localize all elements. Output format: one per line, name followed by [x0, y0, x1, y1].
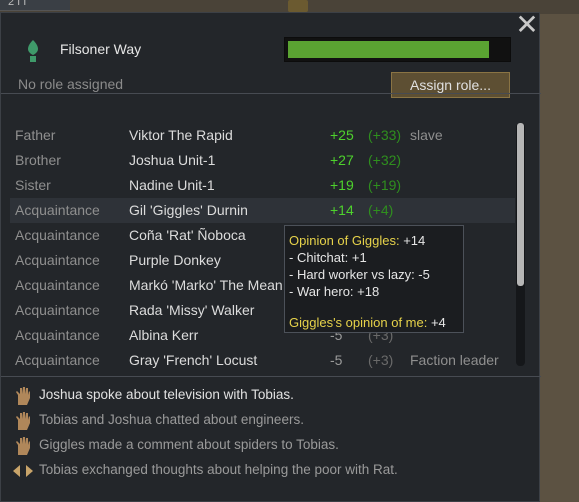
relation-note: Faction leader — [410, 352, 499, 368]
relation-type: Acquaintance — [15, 302, 100, 318]
header-divider — [1, 93, 541, 94]
tooltip-their-label: Giggles's opinion of me: — [289, 315, 428, 330]
hand-icon — [16, 437, 30, 455]
their-opinion: (+4) — [368, 202, 394, 218]
relation-row[interactable]: Acquaintance Gray 'French' Locust -5 (+3) Fa… — [10, 348, 515, 373]
their-opinion: (+33) — [368, 127, 402, 143]
my-opinion: +14 — [330, 202, 354, 218]
exchange-icon — [13, 465, 33, 477]
close-icon[interactable]: ✕ — [512, 10, 542, 40]
relation-type: Acquaintance — [15, 202, 100, 218]
pawn-name: Albina Kerr — [129, 327, 199, 343]
log-entry: Joshua spoke about television with Tobia… — [12, 384, 532, 409]
relation-type: Acquaintance — [15, 327, 100, 343]
tooltip-opinion-value: +14 — [403, 233, 426, 248]
tooltip-line: - Chitchat: +1 — [289, 250, 367, 265]
their-opinion: (+19) — [368, 177, 402, 193]
tooltip-line: - War hero: +18 — [289, 284, 380, 299]
log-entry: Giggles made a comment about spiders to … — [12, 434, 532, 459]
their-opinion: (+32) — [368, 152, 402, 168]
ideology-name: Filsoner Way — [60, 41, 142, 57]
pawn-name: Rada 'Missy' Walker — [129, 302, 255, 318]
relation-type: Acquaintance — [15, 352, 100, 368]
relation-type: Father — [15, 127, 56, 143]
my-opinion: +27 — [330, 152, 354, 168]
hand-icon — [16, 387, 30, 405]
top-tab-strip: 2 I I — [0, 0, 70, 11]
log-entry: Tobias exchanged thoughts about helping … — [12, 459, 532, 484]
tooltip-opinion-label: Opinion of Giggles: — [289, 233, 400, 248]
top-tab-label: 2 I I — [8, 0, 27, 8]
my-opinion: +19 — [330, 177, 354, 193]
my-opinion: +25 — [330, 127, 354, 143]
certainty-bar-fill — [288, 41, 489, 58]
relation-row[interactable]: Brother Joshua Unit-1 +27 (+32) — [10, 148, 515, 173]
relation-row[interactable]: Father Viktor The Rapid +25 (+33) slave — [10, 123, 515, 148]
ideology-icon — [28, 40, 38, 62]
relations-scrollbar[interactable] — [516, 123, 525, 366]
pawn-name: Viktor The Rapid — [129, 127, 233, 143]
log-text: Joshua spoke about television with Tobia… — [39, 387, 294, 402]
log-text: Tobias and Joshua chatted about engineer… — [39, 412, 304, 427]
assign-role-button[interactable]: Assign role... — [391, 72, 510, 98]
relation-row[interactable]: Acquaintance Gil 'Giggles' Durnin +14 (+4) — [10, 198, 515, 223]
pawn-name: Coña 'Rat' Ñoboca — [129, 227, 246, 243]
log-entry: Tobias and Joshua chatted about engineer… — [12, 409, 532, 434]
hand-icon — [16, 412, 30, 430]
scrollbar-thumb[interactable] — [517, 123, 524, 286]
relation-type: Acquaintance — [15, 277, 100, 293]
certainty-bar — [284, 37, 511, 62]
role-status: No role assigned — [18, 76, 124, 92]
pawn-name: Purple Donkey — [129, 252, 221, 268]
their-opinion: (+3) — [368, 352, 394, 368]
my-opinion: -5 — [330, 352, 343, 368]
pawn-name: Markó 'Marko' The Mean — [129, 277, 283, 293]
pawn-name: Gray 'French' Locust — [129, 352, 258, 368]
map-object — [288, 0, 308, 12]
relation-type: Sister — [15, 177, 51, 193]
pawn-name: Nadine Unit-1 — [129, 177, 215, 193]
relation-type: Acquaintance — [15, 227, 100, 243]
log-divider — [1, 376, 541, 377]
pawn-name: Gil 'Giggles' Durnin — [129, 202, 248, 218]
relation-note: slave — [410, 127, 443, 143]
tooltip-line: - Hard worker vs lazy: -5 — [289, 267, 430, 282]
opinion-tooltip: Opinion of Giggles: +14 - Chitchat: +1 -… — [284, 225, 464, 333]
relation-row[interactable]: Sister Nadine Unit-1 +19 (+19) — [10, 173, 515, 198]
relation-type: Brother — [15, 152, 61, 168]
interaction-log: Joshua spoke about television with Tobia… — [12, 384, 532, 484]
relation-type: Acquaintance — [15, 252, 100, 268]
tooltip-their-value: +4 — [430, 315, 446, 330]
pawn-name: Joshua Unit-1 — [129, 152, 216, 168]
log-text: Giggles made a comment about spiders to … — [39, 437, 339, 452]
log-text: Tobias exchanged thoughts about helping … — [39, 462, 398, 477]
